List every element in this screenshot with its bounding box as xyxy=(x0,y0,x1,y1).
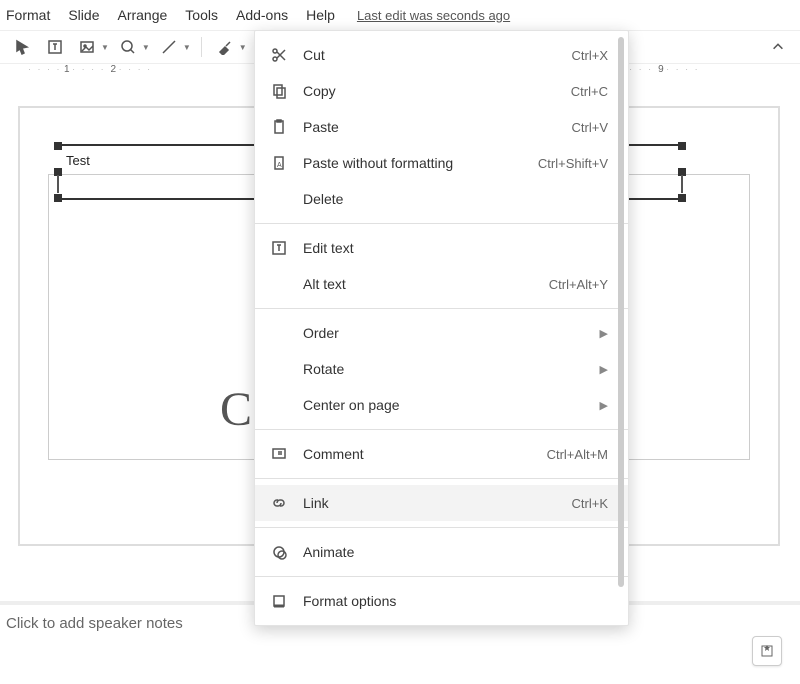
resize-handle-tr[interactable] xyxy=(678,142,686,150)
body-placeholder-glyph: C xyxy=(220,382,252,437)
scrollbar[interactable] xyxy=(618,37,624,587)
select-tool[interactable] xyxy=(10,34,36,60)
copy-icon xyxy=(269,81,289,101)
explore-button[interactable] xyxy=(752,636,782,666)
separator xyxy=(255,478,628,479)
svg-text:A: A xyxy=(277,162,282,169)
menu-center[interactable]: Center on page ▶ xyxy=(255,387,628,423)
edit-status[interactable]: Last edit was seconds ago xyxy=(357,8,510,23)
resize-handle-bl[interactable] xyxy=(54,194,62,202)
textbox-content: Test xyxy=(66,153,90,168)
animate-icon xyxy=(269,542,289,562)
menu-order[interactable]: Order ▶ xyxy=(255,315,628,351)
submenu-arrow-icon: ▶ xyxy=(600,363,608,376)
menubar: Format Slide Arrange Tools Add-ons Help … xyxy=(0,0,800,30)
menu-animate[interactable]: Animate xyxy=(255,534,628,570)
menu-link[interactable]: Link Ctrl+K xyxy=(255,485,628,521)
menu-alt-text[interactable]: Alt text Ctrl+Alt+Y xyxy=(255,266,628,302)
textbox-tool[interactable] xyxy=(42,34,68,60)
collapse-toolbar-button[interactable] xyxy=(766,35,790,59)
blank-icon xyxy=(269,274,289,294)
image-tool[interactable]: ▼ xyxy=(74,34,109,60)
menu-rotate[interactable]: Rotate ▶ xyxy=(255,351,628,387)
edit-text-icon xyxy=(269,238,289,258)
menu-help[interactable]: Help xyxy=(306,7,335,23)
separator xyxy=(255,308,628,309)
menu-tools[interactable]: Tools xyxy=(185,7,218,23)
context-menu: Cut Ctrl+X Copy Ctrl+C Paste Ctrl+V A Pa… xyxy=(254,30,629,626)
menu-slide[interactable]: Slide xyxy=(68,7,99,23)
blank-icon xyxy=(269,395,289,415)
blank-icon xyxy=(269,189,289,209)
submenu-arrow-icon: ▶ xyxy=(600,399,608,412)
separator xyxy=(255,576,628,577)
submenu-arrow-icon: ▶ xyxy=(600,327,608,340)
speaker-notes-placeholder: Click to add speaker notes xyxy=(6,615,183,632)
shape-tool[interactable]: ▼ xyxy=(115,34,150,60)
text-cursor-l xyxy=(57,175,59,193)
scissors-icon xyxy=(269,45,289,65)
menu-addons[interactable]: Add-ons xyxy=(236,7,288,23)
link-icon xyxy=(269,493,289,513)
menu-delete[interactable]: Delete xyxy=(255,181,628,217)
menu-comment[interactable]: Comment Ctrl+Alt+M xyxy=(255,436,628,472)
menu-edit-text[interactable]: Edit text xyxy=(255,230,628,266)
clipboard-icon xyxy=(269,117,289,137)
paint-tool[interactable]: ▼ xyxy=(212,34,247,60)
menu-copy[interactable]: Copy Ctrl+C xyxy=(255,73,628,109)
clipboard-a-icon: A xyxy=(269,153,289,173)
text-cursor-r xyxy=(681,175,683,193)
comment-icon xyxy=(269,444,289,464)
resize-handle-tl[interactable] xyxy=(54,142,62,150)
blank-icon xyxy=(269,323,289,343)
menu-format[interactable]: Format xyxy=(6,7,50,23)
separator xyxy=(255,223,628,224)
blank-icon xyxy=(269,359,289,379)
explore-icon xyxy=(759,643,775,659)
separator xyxy=(255,429,628,430)
line-tool[interactable]: ▼ xyxy=(156,34,191,60)
format-options-icon xyxy=(269,591,289,611)
resize-handle-br[interactable] xyxy=(678,194,686,202)
menu-paste[interactable]: Paste Ctrl+V xyxy=(255,109,628,145)
separator xyxy=(255,527,628,528)
menu-format-options[interactable]: Format options xyxy=(255,583,628,619)
menu-paste-nf[interactable]: A Paste without formatting Ctrl+Shift+V xyxy=(255,145,628,181)
menu-arrange[interactable]: Arrange xyxy=(117,7,167,23)
menu-cut[interactable]: Cut Ctrl+X xyxy=(255,37,628,73)
